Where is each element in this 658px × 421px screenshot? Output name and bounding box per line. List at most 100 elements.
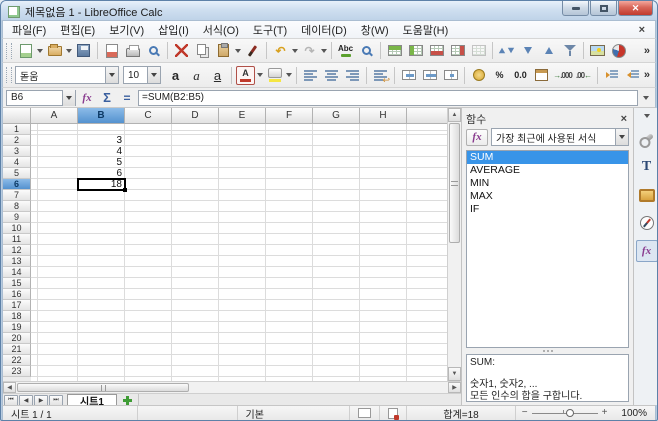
font-color-button[interactable]: A — [236, 66, 255, 85]
cells-area[interactable]: 3 4 5 6 18 — [31, 124, 447, 381]
font-size-dropdown-icon[interactable] — [147, 67, 160, 83]
zoom-level-status[interactable]: 100% — [613, 406, 655, 420]
selection-mode-status[interactable] — [350, 406, 380, 420]
find-replace-button[interactable] — [357, 41, 376, 60]
function-item-average[interactable]: AVERAGE — [467, 164, 628, 177]
horizontal-scrollbar[interactable]: ◀ ▶ — [3, 381, 461, 393]
date-format-button[interactable] — [532, 66, 551, 85]
zoom-out-icon[interactable]: − — [522, 408, 528, 418]
name-box-dropdown-icon[interactable] — [62, 90, 75, 106]
vertical-scroll-thumb[interactable] — [449, 123, 460, 243]
row-header[interactable]: 15 — [3, 278, 31, 289]
column-header-d[interactable]: D — [172, 108, 219, 124]
insert-column-button[interactable] — [406, 41, 425, 60]
print-preview-button[interactable] — [144, 41, 163, 60]
cell-b3[interactable]: 4 — [78, 146, 125, 157]
zoom-slider[interactable]: − + — [516, 406, 614, 420]
add-decimal-button[interactable]: →.000 — [553, 66, 572, 85]
currency-format-button[interactable] — [469, 66, 488, 85]
menu-format[interactable]: 서식(O) — [196, 20, 246, 40]
column-header-g[interactable]: G — [313, 108, 360, 124]
row-header[interactable]: 9 — [3, 212, 31, 223]
print-button[interactable] — [123, 41, 142, 60]
merge-center-button[interactable] — [399, 66, 418, 85]
undo-dropdown[interactable] — [291, 41, 299, 60]
delete-decimal-button[interactable]: .00← — [574, 66, 593, 85]
column-header-a[interactable]: A — [31, 108, 78, 124]
percent-format-button[interactable]: % — [490, 66, 509, 85]
highlight-color-dropdown[interactable] — [285, 66, 293, 85]
insert-image-button[interactable] — [588, 41, 607, 60]
sort-ascending-button[interactable] — [518, 41, 537, 60]
align-center-button[interactable] — [322, 66, 341, 85]
menu-data[interactable]: 데이터(D) — [294, 20, 354, 40]
row-header[interactable]: 1 — [3, 124, 31, 135]
column-header-b[interactable]: B — [78, 108, 125, 124]
sidebar-tab-styles[interactable]: T — [636, 156, 658, 178]
number-format-button[interactable]: 0.0 — [511, 66, 530, 85]
new-document-button[interactable] — [16, 41, 35, 60]
sidebar-tab-functions[interactable]: fx — [636, 240, 658, 262]
row-header-selected[interactable]: 6 — [3, 179, 31, 190]
zoom-slider-thumb[interactable] — [566, 409, 574, 417]
row-header[interactable]: 21 — [3, 344, 31, 355]
cell-b4[interactable]: 5 — [78, 157, 125, 168]
font-name-dropdown-icon[interactable] — [105, 67, 118, 83]
wrap-text-button[interactable] — [371, 66, 390, 85]
unmerge-cells-button[interactable] — [441, 66, 460, 85]
toolbar-overflow-button[interactable]: » — [644, 45, 650, 57]
minimize-button[interactable] — [562, 1, 589, 16]
font-name-combobox[interactable]: 돋움 — [15, 66, 119, 84]
select-all-corner[interactable] — [3, 108, 31, 124]
sidebar-tab-properties[interactable] — [636, 128, 658, 150]
row-header[interactable]: 22 — [3, 355, 31, 366]
menu-help[interactable]: 도움말(H) — [396, 20, 456, 40]
underline-button[interactable]: a — [208, 66, 227, 85]
equals-button[interactable]: = — [118, 89, 136, 106]
column-header-c[interactable]: C — [125, 108, 172, 124]
row-header[interactable]: 5 — [3, 168, 31, 179]
sort-descending-button[interactable] — [539, 41, 558, 60]
function-item-sum[interactable]: SUM — [467, 151, 628, 164]
increase-indent-button[interactable] — [602, 66, 621, 85]
menu-edit[interactable]: 편집(E) — [53, 20, 102, 40]
row-header[interactable]: 11 — [3, 234, 31, 245]
function-item-if[interactable]: IF — [467, 203, 628, 216]
function-category-dropdown[interactable]: 가장 최근에 사용된 서식 — [491, 128, 629, 146]
font-size-combobox[interactable]: 10 — [123, 66, 161, 84]
row-header[interactable]: 20 — [3, 333, 31, 344]
formula-input[interactable]: =SUM(B2:B5) — [138, 90, 638, 106]
sidebar-close-icon[interactable] — [619, 113, 629, 125]
expand-formula-bar-icon[interactable] — [640, 90, 652, 106]
toolbar-grip[interactable] — [6, 67, 12, 83]
column-header-f[interactable]: F — [266, 108, 313, 124]
document-modified-status[interactable] — [380, 406, 407, 420]
open-dropdown[interactable] — [65, 41, 73, 60]
row-header[interactable]: 18 — [3, 311, 31, 322]
align-left-button[interactable] — [301, 66, 320, 85]
close-button[interactable]: ✕ — [618, 1, 653, 16]
bold-button[interactable]: a — [166, 66, 185, 85]
zoom-in-icon[interactable]: + — [602, 408, 608, 418]
maximize-button[interactable] — [590, 1, 617, 16]
clone-formatting-button[interactable] — [243, 41, 262, 60]
insert-row-button[interactable] — [385, 41, 404, 60]
insert-chart-button[interactable] — [609, 41, 628, 60]
sheet-number-status[interactable]: 시트 1 / 1 — [3, 406, 138, 420]
menu-insert[interactable]: 삽입(I) — [151, 20, 196, 40]
column-header-h[interactable]: H — [360, 108, 407, 124]
autofilter-button[interactable] — [560, 41, 579, 60]
spelling-button[interactable]: Abc — [336, 41, 355, 60]
function-category-dropdown-icon[interactable] — [615, 129, 628, 145]
font-color-dropdown[interactable] — [256, 66, 264, 85]
export-pdf-button[interactable] — [102, 41, 121, 60]
function-item-max[interactable]: MAX — [467, 190, 628, 203]
sidebar-tab-gallery[interactable] — [636, 184, 658, 206]
open-button[interactable] — [45, 41, 64, 60]
delete-row-button[interactable] — [427, 41, 446, 60]
function-item-min[interactable]: MIN — [467, 177, 628, 190]
column-header-partial[interactable] — [407, 108, 447, 124]
scroll-up-icon[interactable]: ▲ — [448, 108, 461, 122]
row-header[interactable]: 4 — [3, 157, 31, 168]
highlight-color-button[interactable] — [265, 66, 284, 85]
